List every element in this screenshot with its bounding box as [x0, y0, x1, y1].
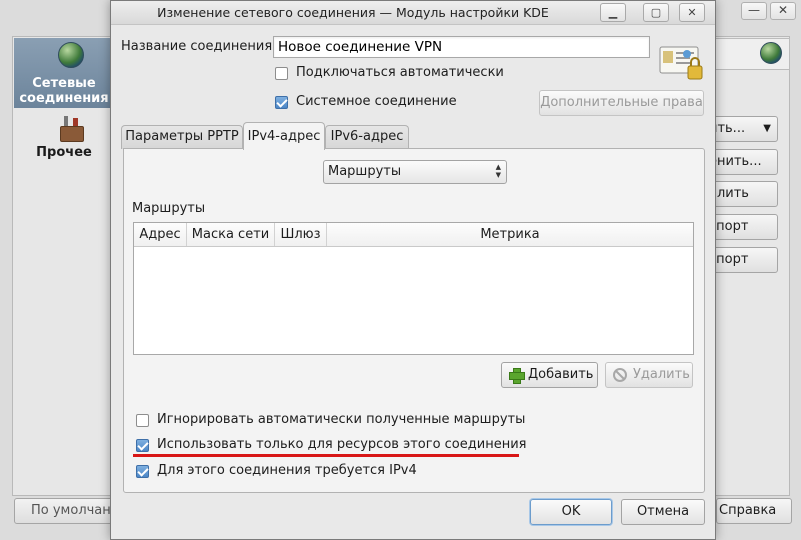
defaults-button[interactable]: По умолчанию [14, 498, 114, 524]
maximize-icon: ▢ [650, 6, 662, 19]
column-header-gateway[interactable]: Шлюз [275, 223, 327, 246]
add-route-button[interactable]: Добавить [501, 362, 598, 388]
tab-ipv6-address[interactable]: IPv6-адрес [325, 125, 409, 149]
sidebar-item-other[interactable]: Прочее [14, 145, 114, 160]
tab-ipv4-address[interactable]: IPv4-адрес [243, 122, 325, 150]
dialog-titlebar: Изменение сетевого соединения — Модуль н… [111, 1, 715, 25]
column-header-netmask[interactable]: Маска сети [187, 223, 275, 246]
system-connection-checkbox[interactable] [275, 96, 288, 109]
help-button[interactable]: Справка [716, 498, 792, 524]
require-ipv4-checkbox[interactable] [136, 465, 149, 478]
require-ipv4-label: Для этого соединения требуется IPv4 [157, 463, 417, 478]
button-label: По умолчанию [31, 503, 113, 518]
cancel-button[interactable]: Отмена [621, 499, 705, 525]
globe-icon [58, 42, 84, 68]
button-label: Справка [719, 503, 777, 518]
system-connection-label: Системное соединение [296, 94, 457, 109]
remove-route-button[interactable]: Удалить [605, 362, 693, 388]
tab-pptp-settings[interactable]: Параметры PPTP [121, 125, 243, 149]
only-resources-label: Использовать только для ресурсов этого с… [157, 437, 527, 452]
no-entry-icon [613, 368, 627, 382]
maximize-button[interactable]: ▢ [643, 3, 669, 22]
parent-close-button[interactable]: ✕ [770, 2, 796, 20]
close-icon: ✕ [687, 6, 697, 19]
certificate-lock-icon [659, 46, 703, 80]
toolbox-icon [60, 116, 84, 142]
column-header-metric[interactable]: Метрика [327, 223, 693, 246]
routes-label: Маршруты [132, 201, 206, 216]
auto-connect-label: Подключаться автоматически [296, 65, 504, 80]
minimize-button[interactable]: ▁ [600, 3, 626, 22]
chevron-down-icon: ▼ [763, 123, 771, 134]
parent-minimize-button[interactable]: — [741, 2, 767, 20]
globe-icon [760, 42, 782, 64]
button-label: енить... [709, 154, 762, 169]
ignore-routes-label: Игнорировать автоматически полученные ма… [157, 412, 526, 427]
column-header-address[interactable]: Адрес [134, 223, 187, 246]
sidebar-item-label: Сетевые соединения [19, 76, 109, 106]
routes-table-header: Адрес Маска сети Шлюз Метрика [134, 223, 693, 247]
plus-icon [509, 368, 525, 384]
connection-name-label: Название соединения: [121, 39, 277, 54]
method-combo-value: Маршруты [328, 164, 402, 179]
button-label: Добавить [528, 367, 594, 382]
dialog-title: Изменение сетевого соединения — Модуль н… [157, 5, 549, 20]
ignore-routes-checkbox[interactable] [136, 414, 149, 427]
routes-table[interactable]: Адрес Маска сети Шлюз Метрика [133, 222, 694, 355]
button-label: Удалить [633, 367, 690, 382]
connection-name-input[interactable] [273, 36, 650, 58]
auto-connect-checkbox[interactable] [275, 67, 288, 80]
minimize-icon: ▁ [608, 6, 618, 19]
ok-button[interactable]: OK [530, 499, 612, 525]
highlight-underline [133, 454, 519, 457]
updown-arrow-icon: ▲ ▼ [495, 163, 501, 179]
edit-connection-dialog: Изменение сетевого соединения — Модуль н… [110, 0, 716, 540]
only-resources-checkbox[interactable] [136, 439, 149, 452]
extra-rights-button[interactable]: Дополнительные права [539, 90, 704, 116]
close-button[interactable]: ✕ [679, 3, 705, 22]
method-combo[interactable]: Маршруты ▲ ▼ [323, 160, 507, 184]
